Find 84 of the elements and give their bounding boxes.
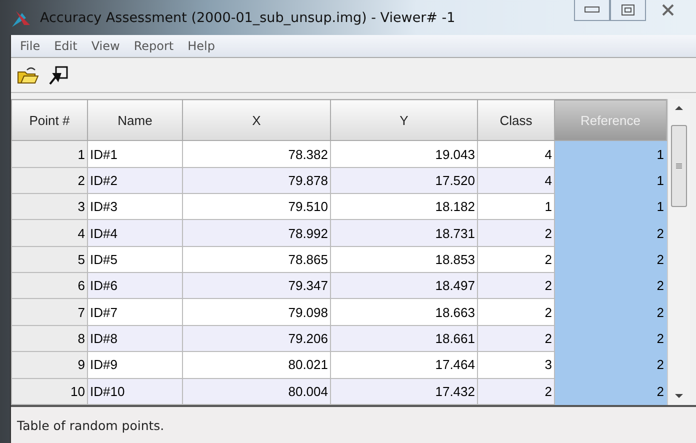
table-cell: ID#1 bbox=[88, 140, 182, 168]
table-cell: 2 bbox=[478, 246, 554, 273]
table-cell: 2 bbox=[478, 298, 554, 326]
scroll-up-icon[interactable] bbox=[675, 105, 683, 111]
table-cell: 79.098 bbox=[182, 298, 330, 326]
table-cell: 1 bbox=[554, 167, 666, 194]
table-cell: 80.004 bbox=[182, 378, 330, 404]
open-folder-icon[interactable] bbox=[17, 66, 39, 84]
maximize-button[interactable] bbox=[610, 0, 646, 21]
table-cell: 80.021 bbox=[182, 352, 330, 378]
table-cell: 19.043 bbox=[330, 140, 478, 168]
table-cell: 4 bbox=[12, 220, 88, 246]
scrollbar-thumb[interactable] bbox=[671, 125, 687, 207]
table-cell: 2 bbox=[12, 167, 88, 194]
table-cell: 2 bbox=[554, 325, 666, 352]
table-cell: 2 bbox=[478, 378, 554, 404]
table-cell: 2 bbox=[554, 220, 666, 246]
table-cell: 79.510 bbox=[182, 194, 330, 220]
table-cell: ID#8 bbox=[88, 325, 182, 352]
pin-icon[interactable] bbox=[49, 65, 69, 85]
table-cell: 18.182 bbox=[330, 194, 478, 220]
table-cell: ID#7 bbox=[88, 298, 182, 326]
table-cell: 18.731 bbox=[330, 220, 478, 246]
menu-item[interactable]: Edit bbox=[47, 39, 84, 53]
column-header[interactable]: Class bbox=[478, 100, 554, 141]
menu-item[interactable]: View bbox=[84, 39, 127, 53]
maximize-icon bbox=[621, 4, 635, 16]
table-cell: 9 bbox=[12, 352, 88, 378]
table-cell: 2 bbox=[554, 378, 666, 404]
table-cell: 1 bbox=[554, 140, 666, 168]
table-cell: 79.206 bbox=[182, 325, 330, 352]
table-cell: 10 bbox=[12, 378, 88, 404]
table-cell: ID#3 bbox=[88, 194, 182, 220]
menu-item[interactable]: Help bbox=[180, 39, 222, 53]
table-cell: 1 bbox=[478, 194, 554, 220]
table-cell: 6 bbox=[12, 272, 88, 299]
column-header[interactable]: Y bbox=[330, 100, 478, 141]
table-cell: ID#5 bbox=[88, 246, 182, 273]
table-cell: 5 bbox=[12, 246, 88, 273]
table-cell: 17.520 bbox=[330, 167, 478, 194]
table-cell: ID#4 bbox=[88, 220, 182, 246]
minimize-button[interactable] bbox=[574, 0, 610, 21]
table-cell: 79.878 bbox=[182, 167, 330, 194]
table-cell: 4 bbox=[478, 167, 554, 194]
table-cell: 78.865 bbox=[182, 246, 330, 273]
table-cell: ID#10 bbox=[88, 378, 182, 404]
column-header[interactable]: Point # bbox=[12, 100, 88, 141]
menu-item[interactable]: File bbox=[13, 39, 48, 53]
table-cell: 8 bbox=[12, 325, 88, 352]
window-title: Accuracy Assessment (2000-01_sub_unsup.img) - Viewer# -1 bbox=[40, 10, 456, 26]
table-cell: 18.661 bbox=[330, 325, 478, 352]
table-cell: 4 bbox=[478, 140, 554, 168]
table-cell: 1 bbox=[554, 194, 666, 220]
table-cell: 2 bbox=[554, 246, 666, 273]
table-cell: 18.853 bbox=[330, 246, 478, 273]
table-cell: 2 bbox=[554, 272, 666, 299]
table-cell: 17.432 bbox=[330, 378, 478, 404]
table-cell: 2 bbox=[478, 220, 554, 246]
column-header[interactable]: X bbox=[182, 100, 330, 141]
table-cell: 17.464 bbox=[330, 352, 478, 378]
table-cell: ID#6 bbox=[88, 272, 182, 299]
grip-icon bbox=[676, 163, 682, 169]
table-cell: ID#2 bbox=[88, 167, 182, 194]
table-cell: 3 bbox=[12, 194, 88, 220]
table-cell: 18.663 bbox=[330, 298, 478, 326]
table-cell: 1 bbox=[12, 140, 88, 168]
close-icon bbox=[661, 4, 675, 16]
table-cell: 78.382 bbox=[182, 140, 330, 168]
minimize-icon bbox=[584, 6, 600, 14]
status-text: Table of random points. bbox=[17, 418, 164, 432]
table-cell: 2 bbox=[554, 298, 666, 326]
table-cell: 2 bbox=[478, 325, 554, 352]
table-cell: 2 bbox=[478, 272, 554, 299]
table-cell: ID#9 bbox=[88, 352, 182, 378]
table-cell: 79.347 bbox=[182, 272, 330, 299]
app-icon bbox=[12, 8, 32, 26]
scroll-down-icon[interactable] bbox=[675, 393, 683, 399]
menu-item[interactable]: Report bbox=[126, 39, 181, 53]
column-header[interactable]: Name bbox=[88, 100, 182, 141]
table-cell: 78.992 bbox=[182, 220, 330, 246]
table-cell: 3 bbox=[478, 352, 554, 378]
table-cell: 2 bbox=[554, 352, 666, 378]
table-cell: 7 bbox=[12, 298, 88, 326]
table-cell: 18.497 bbox=[330, 272, 478, 299]
